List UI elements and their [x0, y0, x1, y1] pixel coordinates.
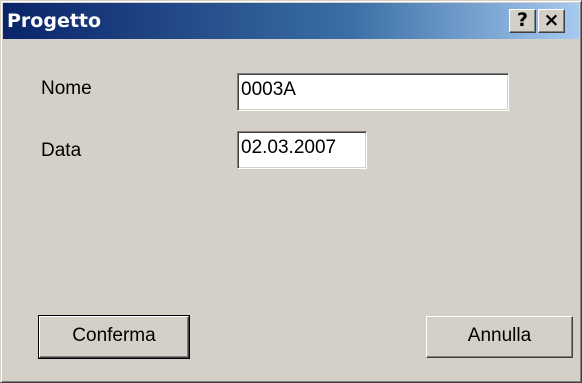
- title-bar[interactable]: Progetto ? ×: [3, 3, 579, 39]
- dialog-window: Progetto ? × Nome 0003A Data 02.03.2007 …: [0, 0, 582, 383]
- cancel-button[interactable]: Annulla: [426, 316, 573, 358]
- close-button[interactable]: ×: [538, 9, 565, 33]
- data-field[interactable]: 02.03.2007: [237, 131, 367, 169]
- window-title: Progetto: [7, 10, 102, 32]
- nome-field[interactable]: 0003A: [237, 73, 509, 111]
- help-button[interactable]: ?: [509, 9, 536, 33]
- confirm-button[interactable]: Conferma: [38, 315, 190, 359]
- close-icon: ×: [543, 9, 560, 31]
- data-label: Data: [41, 140, 82, 161]
- nome-label: Nome: [41, 78, 92, 99]
- help-icon: ?: [516, 9, 529, 31]
